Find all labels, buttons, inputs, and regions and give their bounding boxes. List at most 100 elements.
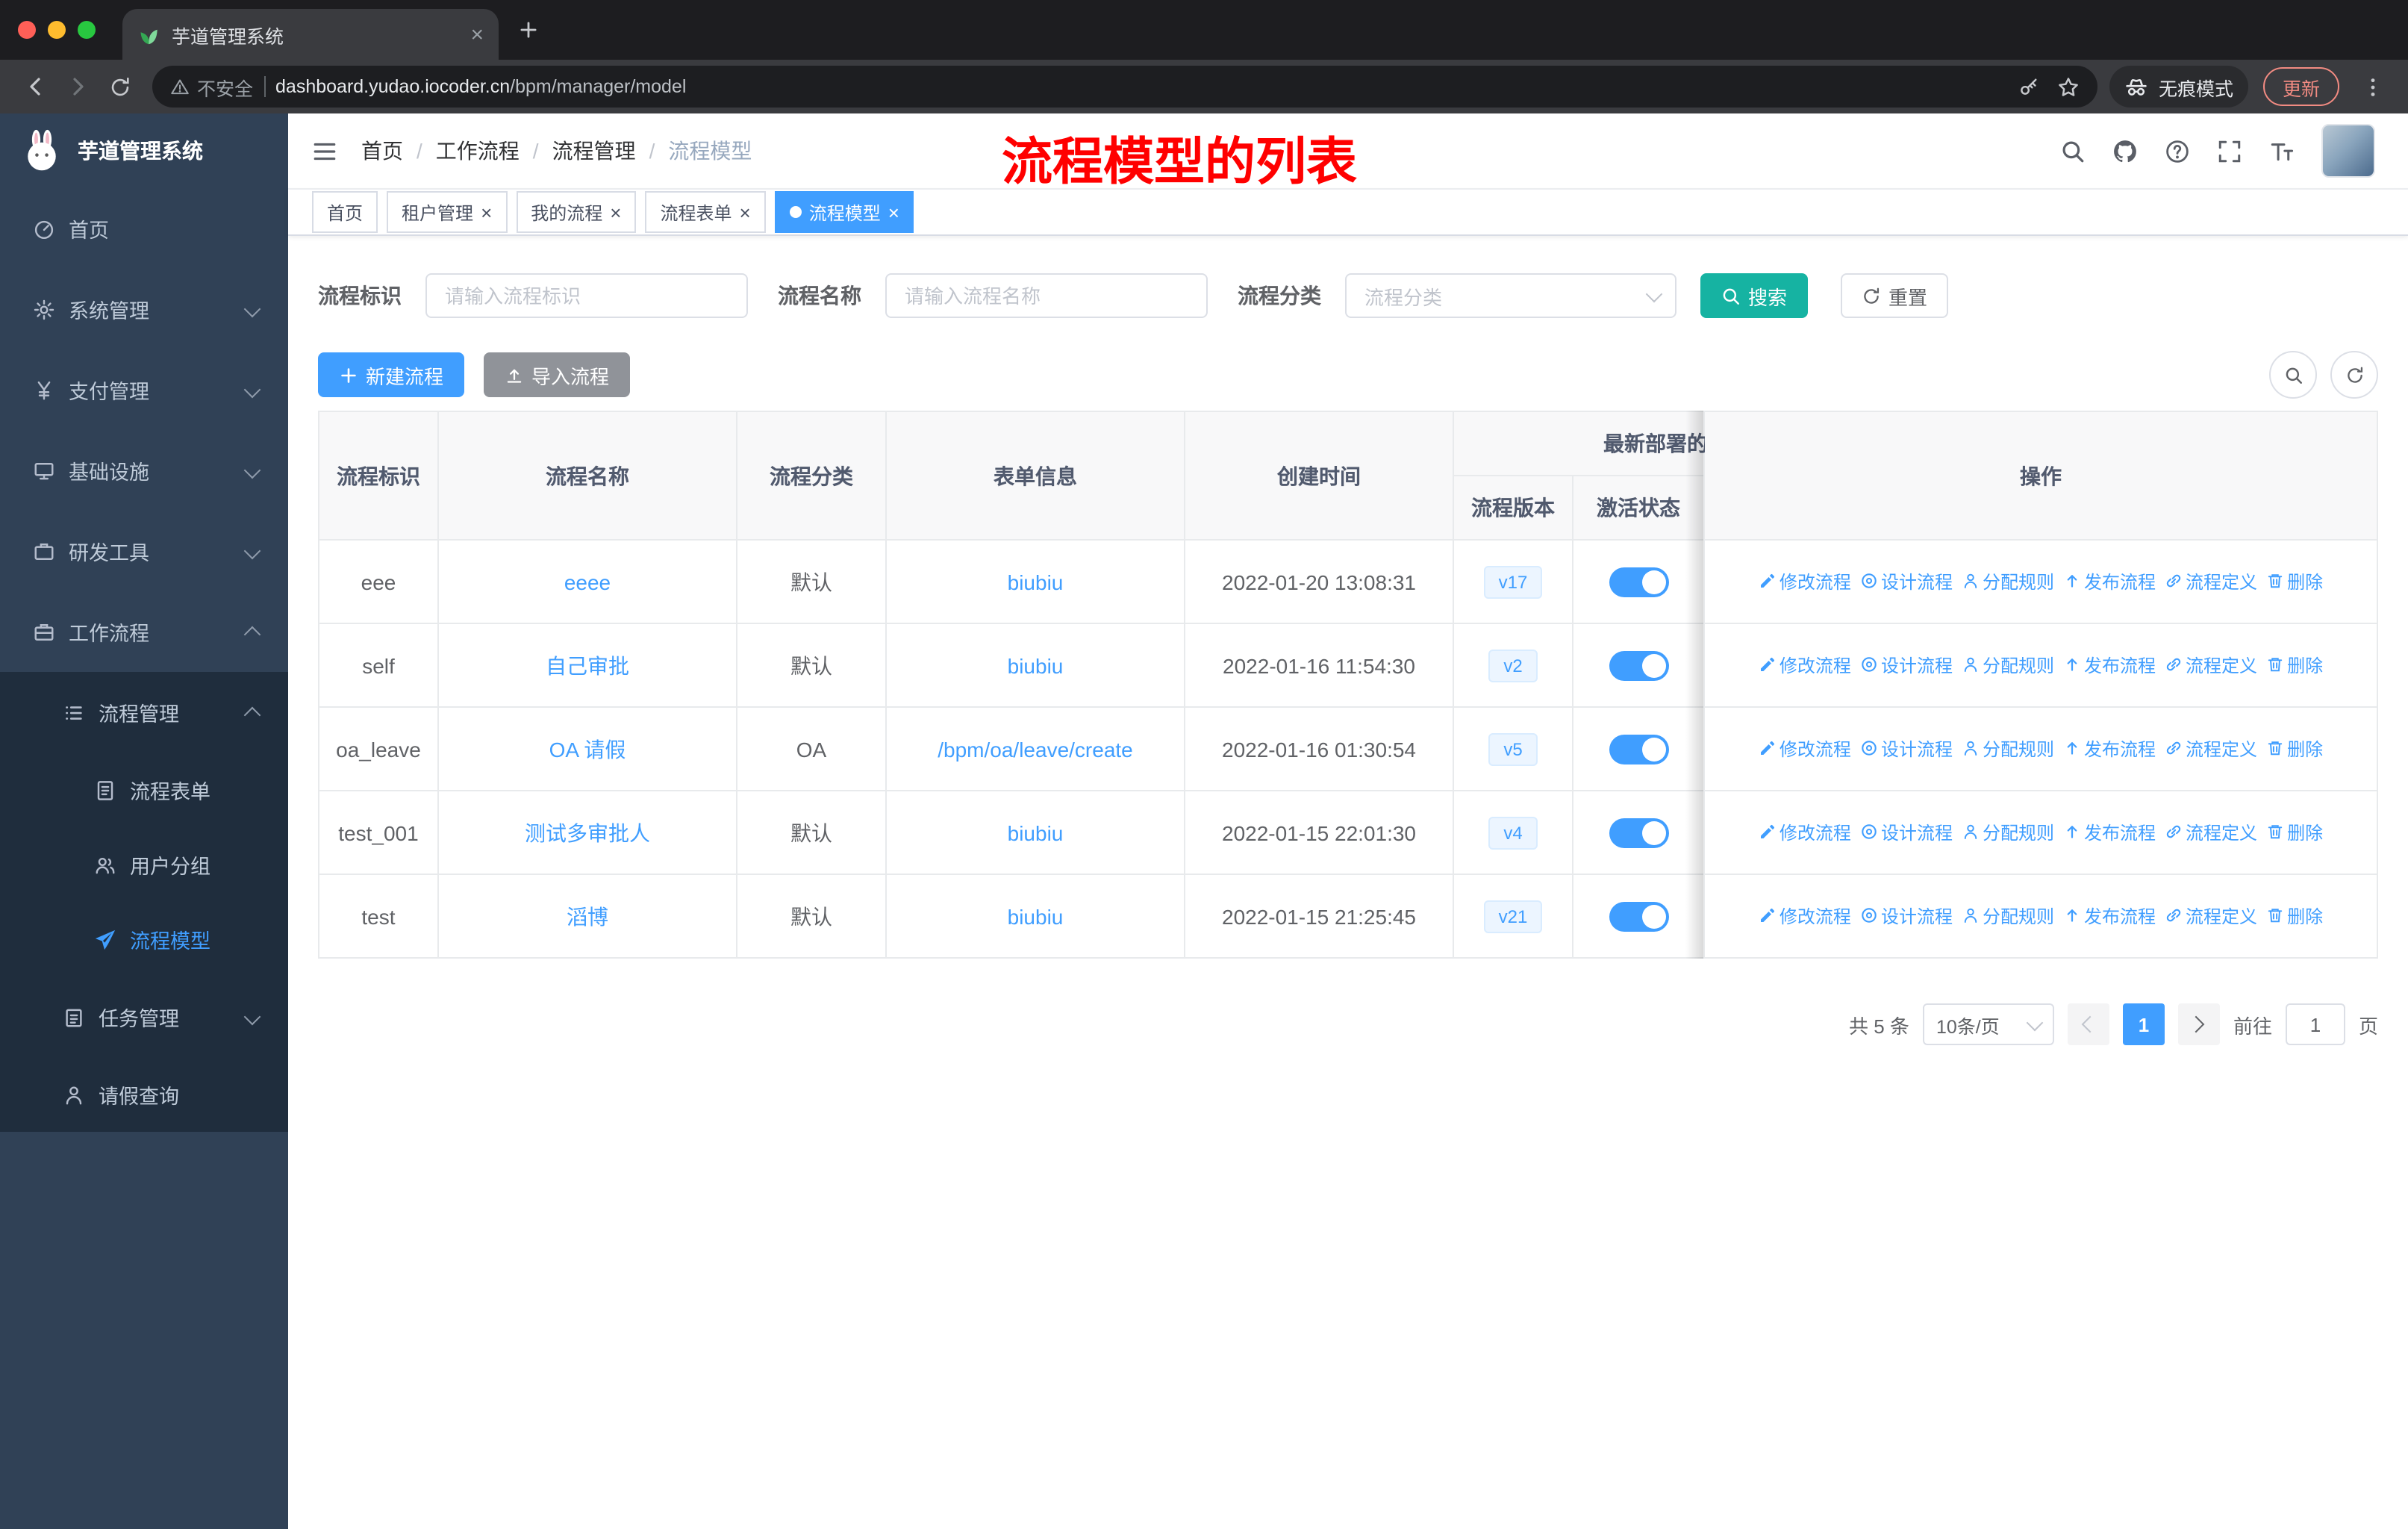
process-name-input[interactable] <box>885 273 1208 318</box>
goto-page-input[interactable] <box>2285 1003 2345 1045</box>
toggle-search-button[interactable] <box>2269 351 2317 399</box>
fullscreen-icon[interactable] <box>2217 138 2242 164</box>
browser-update-button[interactable]: 更新 <box>2262 67 2339 106</box>
publish-process-link[interactable]: 发布流程 <box>2063 820 2156 845</box>
modify-process-link[interactable]: 修改流程 <box>1759 736 1851 762</box>
security-indicator[interactable]: 不安全 <box>170 72 253 101</box>
publish-process-link[interactable]: 发布流程 <box>2063 653 2156 678</box>
design-process-link[interactable]: 设计流程 <box>1860 736 1953 762</box>
key-icon[interactable] <box>2018 76 2039 97</box>
sidebar-item-user-group[interactable]: 用户分组 <box>0 827 288 902</box>
back-button[interactable] <box>15 66 57 108</box>
process-id-input[interactable] <box>425 273 748 318</box>
search-button[interactable]: 搜索 <box>1700 273 1809 318</box>
reload-button[interactable] <box>99 66 140 108</box>
process-definition-link[interactable]: 流程定义 <box>2165 569 2257 594</box>
sidebar-item-workflow[interactable]: 工作流程 <box>0 591 288 672</box>
address-bar[interactable]: 不安全 dashboard.yudao.iocoder.cn/bpm/manag… <box>152 66 2097 108</box>
tag-home[interactable]: 首页 <box>312 191 378 233</box>
process-definition-link[interactable]: 流程定义 <box>2165 903 2257 929</box>
font-size-icon[interactable] <box>2269 138 2295 164</box>
publish-process-link[interactable]: 发布流程 <box>2063 736 2156 762</box>
new-tab-button[interactable] <box>508 9 549 51</box>
refresh-table-button[interactable] <box>2330 351 2378 399</box>
process-name-link[interactable]: 自己审批 <box>546 653 629 677</box>
next-page-button[interactable] <box>2177 1003 2220 1045</box>
search-icon[interactable] <box>2060 138 2086 164</box>
breadcrumb-item[interactable]: 流程管理 <box>552 136 636 166</box>
modify-process-link[interactable]: 修改流程 <box>1759 903 1851 929</box>
active-toggle[interactable] <box>1609 650 1668 680</box>
tab-close-icon[interactable]: × <box>470 23 484 46</box>
process-definition-link[interactable]: 流程定义 <box>2165 820 2257 845</box>
browser-menu-button[interactable] <box>2351 66 2393 108</box>
assign-rule-link[interactable]: 分配规则 <box>1962 736 2054 762</box>
hamburger-icon[interactable] <box>312 138 337 164</box>
tag-tenant-mgmt[interactable]: 租户管理 × <box>387 191 508 233</box>
close-icon[interactable]: × <box>481 202 492 222</box>
publish-process-link[interactable]: 发布流程 <box>2063 569 2156 594</box>
form-info-link[interactable]: biubiu <box>1008 904 1064 928</box>
github-icon[interactable] <box>2112 138 2138 164</box>
browser-tab[interactable]: 芋道管理系统 × <box>122 9 499 60</box>
close-icon[interactable]: × <box>610 202 621 222</box>
maximize-window-button[interactable] <box>78 21 96 39</box>
sidebar-item-task-mgmt[interactable]: 任务管理 <box>0 977 288 1057</box>
form-info-link[interactable]: biubiu <box>1008 820 1064 844</box>
reset-button[interactable]: 重置 <box>1841 273 1949 318</box>
design-process-link[interactable]: 设计流程 <box>1860 653 1953 678</box>
form-info-link[interactable]: /bpm/oa/leave/create <box>938 737 1133 761</box>
modify-process-link[interactable]: 修改流程 <box>1759 820 1851 845</box>
user-avatar[interactable] <box>2321 124 2375 178</box>
close-icon[interactable]: × <box>740 202 751 222</box>
bookmark-star-icon[interactable] <box>2057 75 2080 98</box>
active-toggle[interactable] <box>1609 567 1668 597</box>
process-category-select[interactable]: 流程分类 <box>1345 273 1676 318</box>
design-process-link[interactable]: 设计流程 <box>1860 903 1953 929</box>
active-toggle[interactable] <box>1609 818 1668 847</box>
design-process-link[interactable]: 设计流程 <box>1860 569 1953 594</box>
delete-process-link[interactable]: 删除 <box>2266 569 2323 594</box>
active-toggle[interactable] <box>1609 901 1668 931</box>
minimize-window-button[interactable] <box>48 21 66 39</box>
forward-button[interactable] <box>57 66 99 108</box>
sidebar-item-infra[interactable]: 基础设施 <box>0 430 288 511</box>
modify-process-link[interactable]: 修改流程 <box>1759 569 1851 594</box>
assign-rule-link[interactable]: 分配规则 <box>1962 820 2054 845</box>
sidebar-item-process-form[interactable]: 流程表单 <box>0 753 288 827</box>
sidebar-item-system[interactable]: 系统管理 <box>0 269 288 349</box>
form-info-link[interactable]: biubiu <box>1008 570 1064 594</box>
page-size-select[interactable]: 10条/页 <box>1922 1003 2054 1045</box>
assign-rule-link[interactable]: 分配规则 <box>1962 653 2054 678</box>
help-icon[interactable] <box>2165 138 2190 164</box>
delete-process-link[interactable]: 删除 <box>2266 903 2323 929</box>
import-process-button[interactable]: 导入流程 <box>484 352 631 397</box>
sidebar-item-leave-query[interactable]: 请假查询 <box>0 1057 288 1132</box>
form-info-link[interactable]: biubiu <box>1008 653 1064 677</box>
process-name-link[interactable]: OA 请假 <box>549 737 626 761</box>
app-logo[interactable]: 芋道管理系统 <box>0 113 288 188</box>
process-name-link[interactable]: eeee <box>564 570 611 594</box>
publish-process-link[interactable]: 发布流程 <box>2063 903 2156 929</box>
delete-process-link[interactable]: 删除 <box>2266 653 2323 678</box>
create-process-button[interactable]: 新建流程 <box>318 352 465 397</box>
breadcrumb-item[interactable]: 工作流程 <box>436 136 520 166</box>
tag-my-process[interactable]: 我的流程 × <box>516 191 637 233</box>
sidebar-item-payment[interactable]: 支付管理 <box>0 349 288 430</box>
close-icon[interactable]: × <box>888 202 899 222</box>
prev-page-button[interactable] <box>2067 1003 2109 1045</box>
process-name-link[interactable]: 滔博 <box>567 904 608 928</box>
page-number-current[interactable]: 1 <box>2122 1003 2165 1045</box>
sidebar-item-home[interactable]: 首页 <box>0 188 288 269</box>
delete-process-link[interactable]: 删除 <box>2266 736 2323 762</box>
tag-process-model[interactable]: 流程模型 × <box>774 191 914 233</box>
process-name-link[interactable]: 测试多审批人 <box>525 820 650 844</box>
tag-process-form[interactable]: 流程表单 × <box>645 191 766 233</box>
active-toggle[interactable] <box>1609 734 1668 764</box>
close-window-button[interactable] <box>18 21 36 39</box>
design-process-link[interactable]: 设计流程 <box>1860 820 1953 845</box>
delete-process-link[interactable]: 删除 <box>2266 820 2323 845</box>
sidebar-item-process-mgmt[interactable]: 流程管理 <box>0 672 288 753</box>
modify-process-link[interactable]: 修改流程 <box>1759 653 1851 678</box>
breadcrumb-item[interactable]: 首页 <box>361 136 403 166</box>
